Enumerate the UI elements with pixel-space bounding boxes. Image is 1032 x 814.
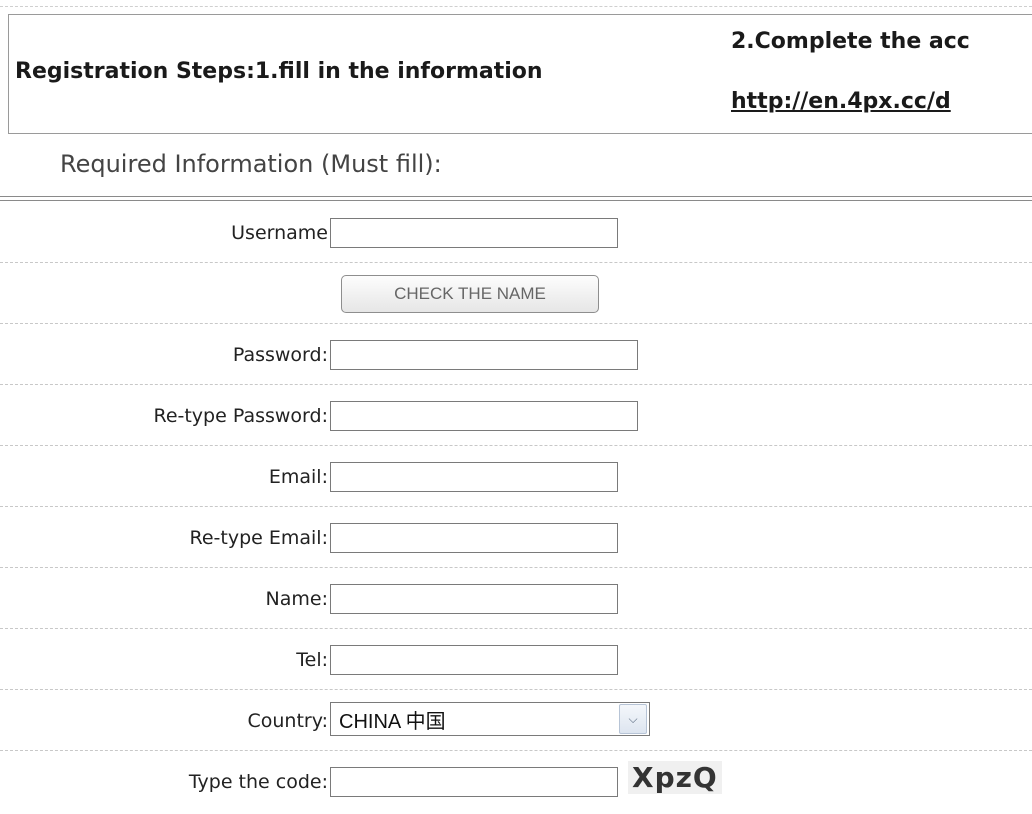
captcha-image: XpzQ (628, 761, 722, 794)
name-input[interactable] (330, 584, 618, 614)
registration-steps-box: Registration Steps:1.fill in the informa… (8, 14, 1032, 134)
required-info-title: Required Information (Must fill): (60, 150, 442, 178)
email-input[interactable] (330, 462, 618, 492)
country-label: Country: (247, 710, 329, 732)
username-input[interactable] (330, 218, 618, 248)
code-input[interactable] (330, 767, 618, 797)
check-the-name-button[interactable]: CHECK THE NAME (341, 275, 599, 313)
retype-password-row: Re-type Password: (0, 385, 1032, 446)
retype-email-row: Re-type Email: (0, 507, 1032, 568)
name-label: Name: (265, 588, 328, 610)
tel-input[interactable] (330, 645, 618, 675)
chevron-down-icon[interactable]: ⌵ (619, 704, 647, 734)
code-label: Type the code: (188, 771, 328, 793)
country-select[interactable]: CHINA 中国 ⌵ (330, 702, 650, 736)
tel-label: Tel: (296, 649, 328, 671)
step-2-text: 2.Complete the acc (731, 29, 970, 54)
name-row: Name: (0, 568, 1032, 629)
password-input[interactable] (330, 340, 638, 370)
top-dotted-divider (0, 6, 1032, 7)
registration-form: Username CHECK THE NAME Password: Re-typ… (0, 202, 1032, 811)
retype-email-input[interactable] (330, 523, 618, 553)
code-row: Type the code: XpzQ (0, 751, 1032, 811)
check-name-row: CHECK THE NAME (0, 263, 1032, 324)
step-1-text: Registration Steps:1.fill in the informa… (15, 59, 543, 84)
tel-row: Tel: (0, 629, 1032, 690)
email-row: Email: (0, 446, 1032, 507)
retype-password-input[interactable] (330, 401, 638, 431)
password-label: Password: (232, 344, 328, 366)
email-label: Email: (268, 466, 328, 488)
password-row: Password: (0, 324, 1032, 385)
username-row: Username (0, 202, 1032, 263)
retype-password-label: Re-type Password: (153, 405, 328, 427)
username-label: Username (231, 222, 328, 244)
retype-email-label: Re-type Email: (189, 527, 329, 549)
country-select-value: CHINA 中国 (339, 710, 446, 733)
country-row: Country: CHINA 中国 ⌵ (0, 690, 1032, 751)
step-2-link[interactable]: http://en.4px.cc/d (731, 89, 951, 114)
required-divider (0, 196, 1032, 201)
